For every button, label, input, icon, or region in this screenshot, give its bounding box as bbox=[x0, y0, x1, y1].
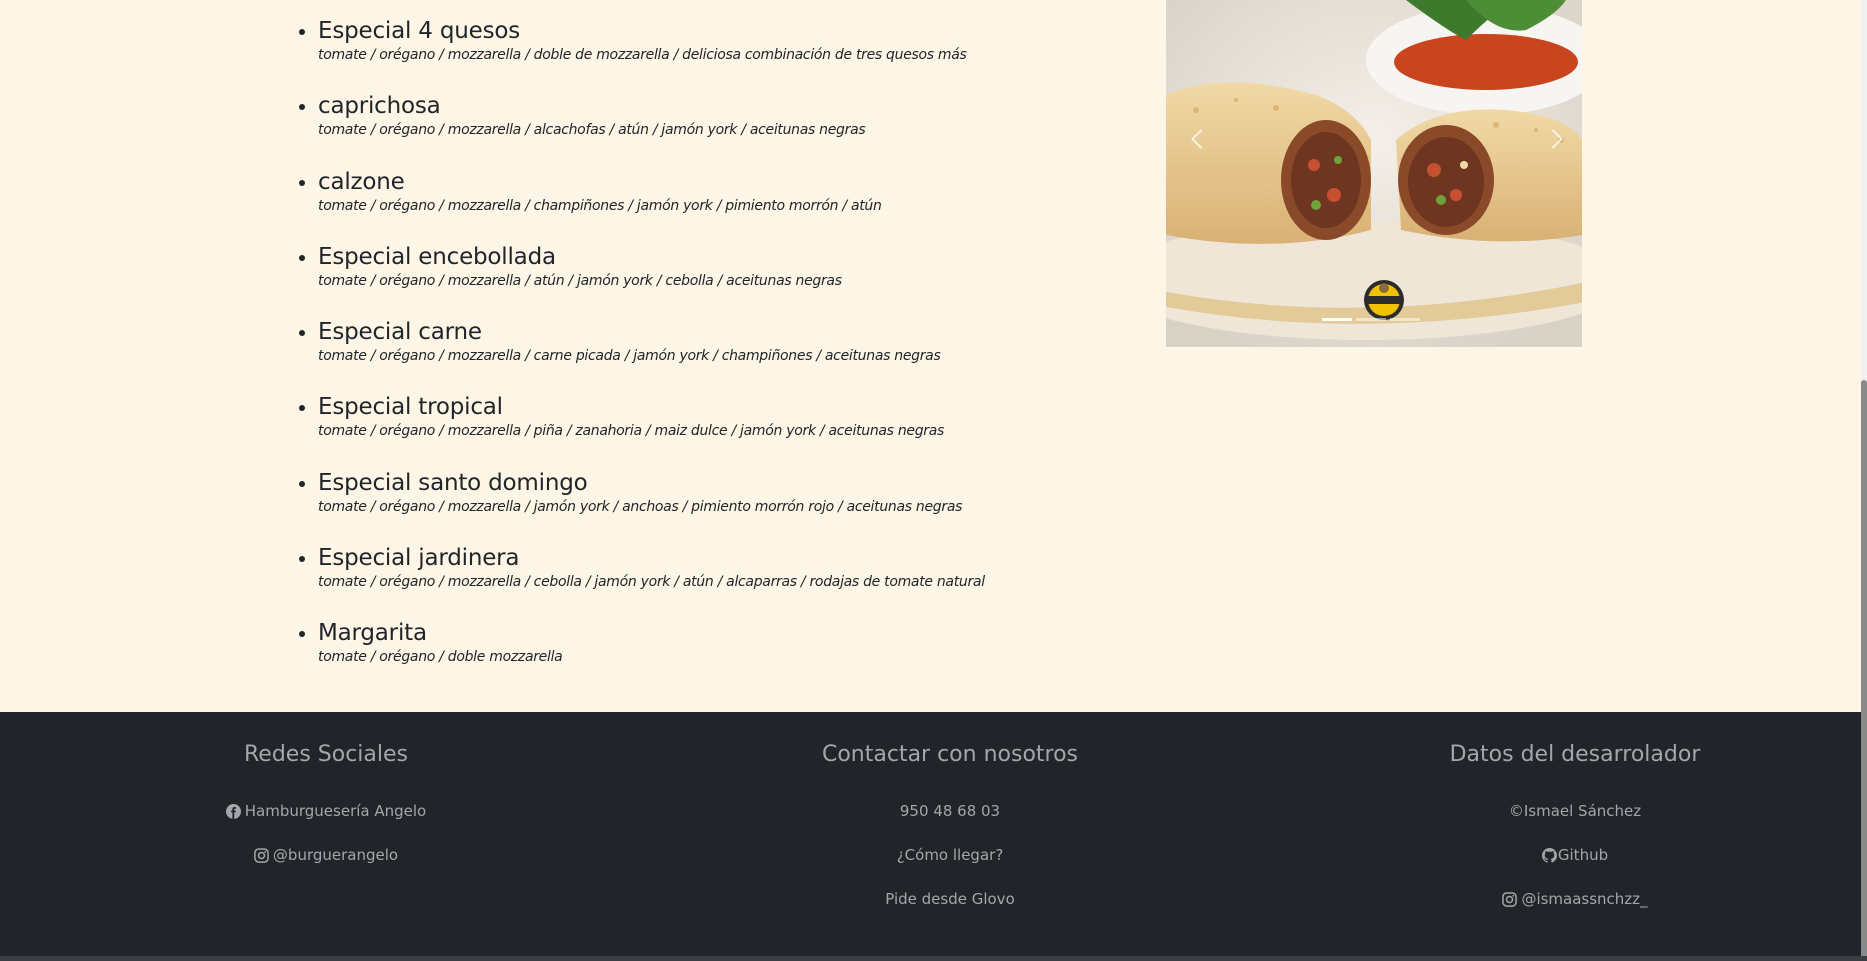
directions-link[interactable]: ¿Cómo llegar? bbox=[700, 846, 1200, 864]
pizza-ingredients: tomate / orégano / mozzarella / carne pi… bbox=[318, 348, 941, 365]
pizza-ingredients: tomate / orégano / mozzarella / jamón yo… bbox=[318, 498, 963, 515]
phone-link[interactable]: 950 48 68 03 bbox=[700, 802, 1200, 820]
scrollbar-track[interactable] bbox=[1861, 0, 1867, 961]
github-link[interactable]: Github bbox=[1325, 846, 1825, 864]
footer-social-title: Redes Sociales bbox=[243, 742, 408, 767]
carousel-next-button[interactable] bbox=[1542, 120, 1572, 160]
glovo-label: Pide desde Glovo bbox=[885, 890, 1015, 908]
directions-label: ¿Cómo llegar? bbox=[896, 846, 1004, 864]
footer-contact-title: Contactar con nosotros bbox=[821, 742, 1079, 767]
pizza-ingredients: tomate / orégano / mozzarella / atún / j… bbox=[318, 272, 842, 289]
site-footer: Redes Sociales Hamburguesería Angelo @bu… bbox=[0, 712, 1861, 961]
glovo-link[interactable]: Pide desde Glovo bbox=[700, 890, 1200, 908]
carousel-indicator[interactable] bbox=[1356, 318, 1386, 321]
developer-instagram-link[interactable]: @ismaassnchzz_ bbox=[1325, 890, 1825, 908]
pizza-ingredients: tomate / orégano / mozzarella / champiño… bbox=[318, 197, 882, 214]
list-item: Especial encebolladatomate / orégano / m… bbox=[318, 234, 985, 309]
instagram-link[interactable]: @burguerangelo bbox=[76, 846, 576, 864]
list-item: Especial tropicaltomate / orégano / mozz… bbox=[318, 384, 985, 459]
github-icon bbox=[1541, 847, 1557, 863]
list-item: Especial 4 quesostomate / orégano / mozz… bbox=[318, 8, 985, 83]
developer-name-label: ©Ismael Sánchez bbox=[1508, 802, 1642, 820]
pizza-ingredients: tomate / orégano / doble mozzarella bbox=[318, 649, 563, 666]
list-item: caprichosatomate / orégano / mozzarella … bbox=[318, 83, 985, 158]
developer-instagram-label: @ismaassnchzz_ bbox=[1521, 890, 1648, 908]
instagram-icon bbox=[1502, 891, 1518, 907]
food-carousel[interactable] bbox=[1166, 0, 1582, 347]
instagram-icon bbox=[254, 847, 269, 863]
pizza-ingredients: tomate / orégano / mozzarella / alcachof… bbox=[318, 122, 866, 139]
list-item: Especial jardineratomate / orégano / moz… bbox=[318, 535, 985, 610]
pizza-ingredients: tomate / orégano / mozzarella / doble de… bbox=[318, 47, 967, 63]
carousel-indicator[interactable] bbox=[1322, 318, 1352, 321]
facebook-link[interactable]: Hamburguesería Angelo bbox=[76, 802, 576, 820]
pizza-menu-list: Especial 4 quesostomate / orégano / mozz… bbox=[290, 8, 985, 686]
pizza-ingredients: tomate / orégano / mozzarella / cebolla … bbox=[318, 574, 985, 591]
phone-number: 950 48 68 03 bbox=[899, 802, 1001, 820]
list-item: calzonetomate / orégano / mozzarella / c… bbox=[318, 159, 985, 234]
bottom-edge bbox=[0, 956, 1867, 961]
instagram-link-label: @burguerangelo bbox=[272, 846, 399, 864]
list-item: Margaritatomate / orégano / doble mozzar… bbox=[318, 610, 985, 685]
carousel-indicator[interactable] bbox=[1390, 318, 1420, 321]
facebook-icon bbox=[225, 803, 241, 819]
restaurant-logo bbox=[1360, 278, 1408, 322]
github-link-label: Github bbox=[1557, 846, 1609, 864]
scrollbar-thumb[interactable] bbox=[1861, 380, 1867, 961]
list-item: Especial santo domingotomate / orégano /… bbox=[318, 460, 985, 535]
pizza-ingredients: tomate / orégano / mozzarella / piña / z… bbox=[318, 423, 945, 440]
list-item: Especial carnetomate / orégano / mozzare… bbox=[318, 309, 985, 384]
carousel-indicators bbox=[1322, 318, 1420, 321]
facebook-link-label: Hamburguesería Angelo bbox=[244, 802, 427, 820]
footer-developer-title: Datos del desarrolador bbox=[1449, 742, 1701, 767]
carousel-prev-button[interactable] bbox=[1184, 120, 1214, 160]
developer-name: ©Ismael Sánchez bbox=[1325, 802, 1825, 820]
